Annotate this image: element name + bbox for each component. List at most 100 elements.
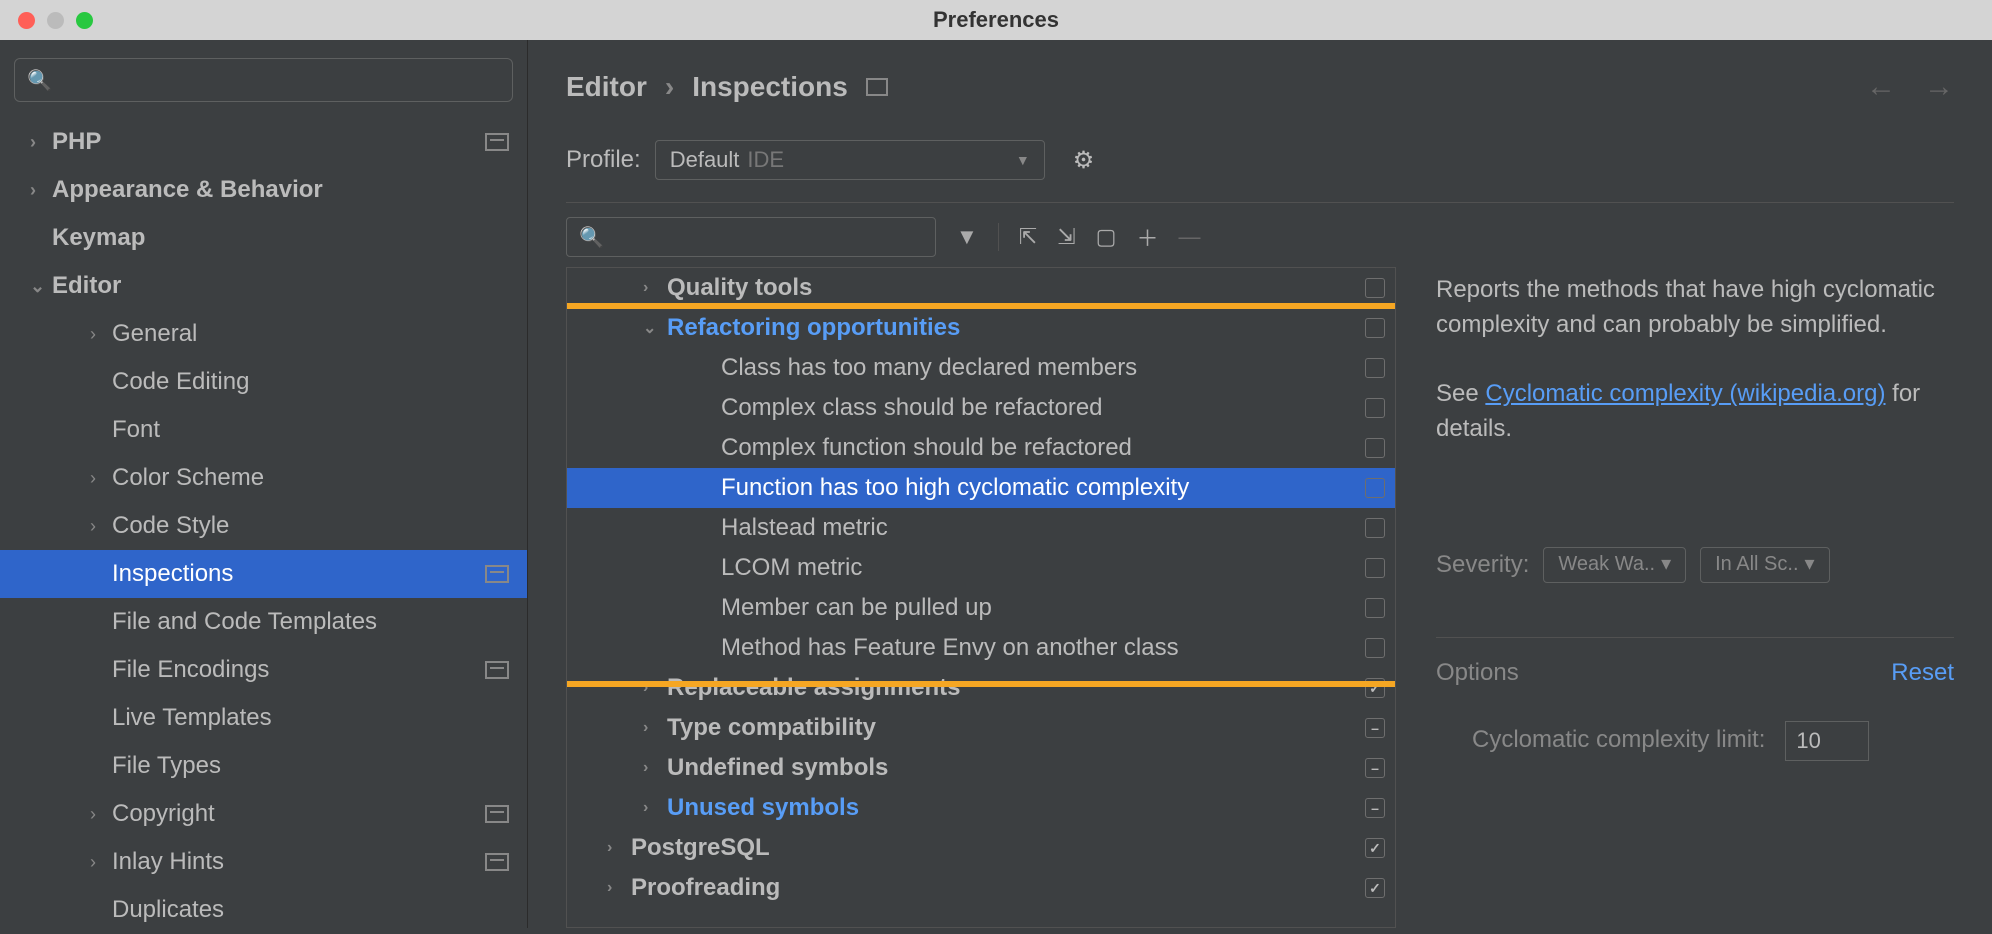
inspection-item[interactable]: ›Unused symbols [567, 788, 1395, 828]
add-icon[interactable]: ＋ [1136, 221, 1158, 253]
breadcrumb-inspections: Inspections [692, 71, 848, 103]
expand-all-icon[interactable]: ⇱ [1019, 224, 1037, 250]
inspection-search[interactable]: 🔍 [566, 217, 936, 257]
chevron-icon: › [607, 879, 631, 897]
sidebar-item-label: Code Style [112, 512, 527, 540]
inspection-checkbox[interactable] [1365, 638, 1385, 658]
inspection-checkbox[interactable] [1365, 678, 1385, 698]
cyclomatic-limit-label: Cyclomatic complexity limit: [1472, 723, 1765, 758]
inspection-item[interactable]: Complex function should be refactored [567, 428, 1395, 468]
cyclomatic-link[interactable]: Cyclomatic complexity (wikipedia.org) [1485, 380, 1885, 407]
sidebar-item-appearance-behavior[interactable]: ›Appearance & Behavior [0, 166, 527, 214]
inspection-item[interactable]: Class has too many declared members [567, 348, 1395, 388]
inspection-item[interactable]: Method has Feature Envy on another class [567, 628, 1395, 668]
chevron-icon: › [90, 804, 112, 825]
remove-icon[interactable]: — [1178, 224, 1200, 250]
inspection-checkbox[interactable] [1365, 358, 1385, 378]
filter-icon[interactable]: ▼ [956, 224, 978, 250]
inspection-checkbox[interactable] [1365, 878, 1385, 898]
sidebar-item-live-templates[interactable]: Live Templates [0, 694, 527, 742]
sidebar-item-file-and-code-templates[interactable]: File and Code Templates [0, 598, 527, 646]
inspection-item[interactable]: Member can be pulled up [567, 588, 1395, 628]
cyclomatic-limit-input[interactable] [1785, 721, 1869, 761]
profile-select[interactable]: Default IDE ▼ [655, 140, 1045, 180]
profile-suffix: IDE [747, 147, 784, 173]
inspection-item[interactable]: ›Quality tools [567, 268, 1395, 308]
sidebar-item-inspections[interactable]: Inspections [0, 550, 527, 598]
inspection-checkbox[interactable] [1365, 598, 1385, 618]
chevron-icon: ⌄ [30, 276, 52, 297]
inspection-checkbox[interactable] [1365, 558, 1385, 578]
inspection-item[interactable]: ›Proofreading [567, 868, 1395, 908]
inspection-checkbox[interactable] [1365, 438, 1385, 458]
sidebar-item-color-scheme[interactable]: ›Color Scheme [0, 454, 527, 502]
chevron-icon: › [643, 759, 667, 777]
nav-forward-icon[interactable]: → [1924, 70, 1954, 104]
chevron-icon: ⌄ [643, 318, 667, 338]
see-also: See Cyclomatic complexity (wikipedia.org… [1436, 377, 1954, 447]
sidebar-item-editor[interactable]: ⌄Editor [0, 262, 527, 310]
reset-link[interactable]: Reset [1891, 656, 1954, 691]
sidebar-item-label: Copyright [112, 800, 485, 828]
inspection-checkbox[interactable] [1365, 838, 1385, 858]
breadcrumb-separator: › [665, 71, 674, 103]
inspection-item[interactable]: LCOM metric [567, 548, 1395, 588]
nav-back-icon[interactable]: ← [1866, 70, 1896, 104]
breadcrumb-editor[interactable]: Editor [566, 71, 647, 103]
sidebar-item-copyright[interactable]: ›Copyright [0, 790, 527, 838]
sidebar-item-label: General [112, 320, 527, 348]
inspection-checkbox[interactable] [1365, 478, 1385, 498]
inspection-item[interactable]: ›Undefined symbols [567, 748, 1395, 788]
inspection-item[interactable]: Halstead metric [567, 508, 1395, 548]
inspection-item[interactable]: ›PostgreSQL [567, 828, 1395, 868]
collapse-all-icon[interactable]: ⇲ [1057, 224, 1075, 250]
inspection-checkbox[interactable] [1365, 518, 1385, 538]
inspection-item[interactable]: Function has too high cyclomatic complex… [567, 468, 1395, 508]
sidebar-item-duplicates[interactable]: Duplicates [0, 886, 527, 934]
sidebar-item-file-encodings[interactable]: File Encodings [0, 646, 527, 694]
sidebar-item-general[interactable]: ›General [0, 310, 527, 358]
inspection-label: Unused symbols [667, 794, 1365, 822]
sidebar-item-keymap[interactable]: Keymap [0, 214, 527, 262]
chevron-icon: › [643, 719, 667, 737]
sidebar-search[interactable]: 🔍 [14, 58, 513, 102]
inspection-toolbar: 🔍 ▼ ⇱ ⇲ ▢ ＋ — [566, 217, 1954, 257]
sidebar-item-code-editing[interactable]: Code Editing [0, 358, 527, 406]
options-header: Options Reset [1436, 637, 1954, 691]
inspection-item[interactable]: ›Type compatibility [567, 708, 1395, 748]
inspection-item[interactable]: ⌄Refactoring opportunities [567, 308, 1395, 348]
sidebar-item-code-style[interactable]: ›Code Style [0, 502, 527, 550]
inspection-checkbox[interactable] [1365, 798, 1385, 818]
severity-select[interactable]: Weak Wa..▾ [1543, 547, 1686, 583]
gear-icon[interactable]: ⚙ [1073, 146, 1095, 175]
inspection-checkbox[interactable] [1365, 398, 1385, 418]
sidebar-item-inlay-hints[interactable]: ›Inlay Hints [0, 838, 527, 886]
scope-select[interactable]: In All Sc..▾ [1700, 547, 1829, 583]
inspection-label: Member can be pulled up [721, 594, 1365, 622]
inspection-item[interactable]: Complex class should be refactored [567, 388, 1395, 428]
content-panel: Editor › Inspections ← → Profile: Defaul… [528, 40, 1992, 928]
sidebar-item-label: File Encodings [112, 656, 485, 684]
chevron-icon: › [90, 852, 112, 873]
chevron-icon: › [30, 180, 52, 201]
sidebar-item-label: Appearance & Behavior [52, 176, 527, 204]
sidebar-item-file-types[interactable]: File Types [0, 742, 527, 790]
window-title: Preferences [0, 7, 1992, 33]
inspection-label: Replaceable assignments [667, 674, 1365, 702]
inspection-checkbox[interactable] [1365, 758, 1385, 778]
chevron-icon: › [607, 839, 631, 857]
inspection-checkbox[interactable] [1365, 278, 1385, 298]
reset-icon[interactable]: ▢ [1096, 224, 1117, 250]
inspection-tree[interactable]: ›Quality tools⌄Refactoring opportunities… [566, 267, 1396, 928]
inspection-checkbox[interactable] [1365, 318, 1385, 338]
sidebar-item-font[interactable]: Font [0, 406, 527, 454]
inspection-checkbox[interactable] [1365, 718, 1385, 738]
sidebar-item-label: File and Code Templates [112, 608, 527, 636]
inspection-item[interactable]: ›Replaceable assignments [567, 668, 1395, 708]
sidebar-item-php[interactable]: ›PHP [0, 118, 527, 166]
cyclomatic-limit-field: Cyclomatic complexity limit: [1436, 721, 1954, 761]
project-scope-icon [485, 565, 509, 583]
sidebar-item-label: Inlay Hints [112, 848, 485, 876]
chevron-icon: › [90, 516, 112, 537]
inspection-label: Function has too high cyclomatic complex… [721, 474, 1365, 502]
